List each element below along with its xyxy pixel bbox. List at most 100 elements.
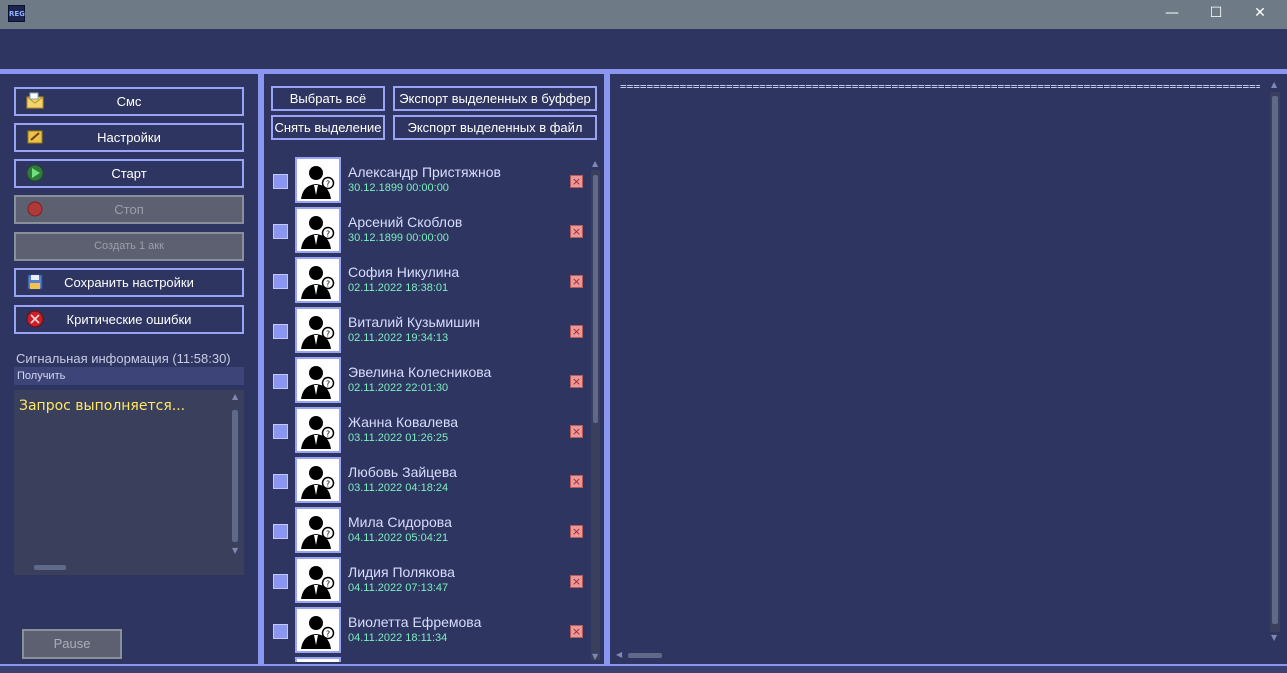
list-item[interactable]: ? Лидия Полякова 04.11.2022 07:13:47 × [266, 555, 588, 605]
select-checkbox[interactable] [273, 224, 288, 239]
critical-errors-label: Критические ошибки [66, 312, 192, 327]
output-vscroll-thumb[interactable] [1272, 96, 1278, 624]
select-checkbox[interactable] [273, 474, 288, 489]
unknown-user-icon: ? [297, 266, 339, 305]
delete-icon[interactable]: × [570, 625, 583, 638]
signal-info-title: Сигнальная информация (11:58:30) [16, 351, 231, 366]
list-item[interactable]: ? Мила Сидорова 04.11.2022 05:04:21 × [266, 505, 588, 555]
contact-date: 03.11.2022 04:18:24 [348, 482, 449, 494]
save-disk-icon [27, 274, 43, 290]
list-item[interactable]: ? София Никулина 02.11.2022 18:38:01 × [266, 255, 588, 305]
splitter-left[interactable] [258, 74, 264, 667]
list-scroll-down-icon[interactable]: ▼ [592, 652, 598, 661]
select-all-button[interactable]: Выбрать всё [271, 86, 385, 111]
output-text: ========================================… [620, 80, 1260, 93]
app-icon: REG [8, 5, 25, 22]
svg-text:?: ? [326, 580, 330, 589]
get-signal-button[interactable]: Получить [14, 367, 244, 385]
export-file-button[interactable]: Экспорт выделенных в файл [393, 115, 597, 140]
contact-date: 30.12.1899 00:00:00 [348, 232, 449, 244]
contact-date: 02.11.2022 22:01:30 [348, 382, 449, 394]
select-checkbox[interactable] [273, 274, 288, 289]
critical-errors-button[interactable]: Критические ошибки [14, 305, 244, 334]
avatar: ? [295, 557, 341, 603]
avatar: ? [295, 457, 341, 503]
select-checkbox[interactable] [273, 624, 288, 639]
select-checkbox[interactable] [273, 374, 288, 389]
delete-icon[interactable]: × [570, 325, 583, 338]
avatar: ? [295, 257, 341, 303]
start-button[interactable]: Старт [14, 159, 244, 188]
output-scroll-up-icon[interactable]: ▲ [1271, 80, 1277, 89]
contact-list-vscroll[interactable] [591, 170, 600, 660]
settings-button[interactable]: Настройки [14, 123, 244, 152]
close-button[interactable]: ✕ [1238, 0, 1282, 29]
output-vscroll[interactable] [1270, 92, 1280, 632]
output-scroll-down-icon[interactable]: ▼ [1271, 633, 1277, 642]
log-vscroll-thumb[interactable] [232, 410, 238, 542]
list-item[interactable]: ? Эвелина Колесникова 02.11.2022 22:01:30 × [266, 355, 588, 405]
list-item[interactable]: ? Арсений Скоблов 30.12.1899 00:00:00 × [266, 205, 588, 255]
output-hscroll-thumb[interactable] [628, 653, 662, 658]
start-button-label: Старт [111, 166, 147, 181]
delete-icon[interactable]: × [570, 275, 583, 288]
deselect-button[interactable]: Снять выделение [271, 115, 385, 140]
list-item[interactable]: ? Любовь Зайцева 03.11.2022 04:18:24 × [266, 455, 588, 505]
select-checkbox[interactable] [273, 324, 288, 339]
log-hscroll-thumb[interactable] [34, 565, 66, 570]
delete-icon[interactable]: × [570, 425, 583, 438]
contact-date: 02.11.2022 19:34:13 [348, 332, 449, 344]
list-scroll-up-icon[interactable]: ▲ [592, 159, 598, 168]
output-scroll-left-icon[interactable]: ◀ [616, 650, 622, 659]
log-textbox[interactable]: Запрос выполняется... ▲ ▼ [14, 390, 244, 575]
delete-icon[interactable]: × [570, 225, 583, 238]
stop-button-label: Стоп [114, 202, 144, 217]
select-checkbox[interactable] [273, 524, 288, 539]
contact-name: Александр Пристяжнов [348, 164, 501, 180]
create-account-button[interactable]: Создать 1 акк [14, 232, 244, 261]
select-checkbox[interactable] [273, 574, 288, 589]
contact-date: 04.11.2022 05:04:21 [348, 532, 449, 544]
delete-icon[interactable]: × [570, 175, 583, 188]
delete-icon[interactable]: × [570, 375, 583, 388]
top-divider [0, 69, 1287, 74]
sms-button[interactable]: Смс [14, 87, 244, 116]
select-checkbox[interactable] [273, 424, 288, 439]
status-strip [0, 664, 1287, 673]
splitter-right[interactable] [604, 74, 610, 667]
list-item[interactable]: ? Виолетта Ефремова 04.11.2022 18:11:34 × [266, 605, 588, 655]
svg-text:?: ? [326, 180, 330, 189]
unknown-user-icon: ? [297, 616, 339, 655]
unknown-user-icon: ? [297, 516, 339, 555]
save-settings-button[interactable]: Сохранить настройки [14, 268, 244, 297]
svg-text:?: ? [326, 230, 330, 239]
list-item[interactable]: ? Жанна Ковалева 03.11.2022 01:26:25 × [266, 405, 588, 455]
delete-icon[interactable]: × [570, 525, 583, 538]
contact-date: 03.11.2022 01:26:25 [348, 432, 449, 444]
pause-button[interactable]: Pause [22, 629, 122, 659]
avatar: ? [295, 607, 341, 653]
list-item[interactable]: ? Виталий Кузьмишин 02.11.2022 19:34:13 × [266, 305, 588, 355]
svg-text:?: ? [326, 330, 330, 339]
contact-date: 04.11.2022 18:11:34 [348, 632, 448, 644]
export-buffer-button[interactable]: Экспорт выделенных в буффер [393, 86, 597, 111]
scroll-down-icon[interactable]: ▼ [232, 546, 238, 555]
scroll-up-icon[interactable]: ▲ [232, 392, 238, 401]
delete-icon[interactable]: × [570, 575, 583, 588]
select-checkbox[interactable] [273, 174, 288, 189]
contact-name: Виталий Кузьмишин [348, 314, 480, 330]
avatar: ? [295, 307, 341, 353]
contact-name: Виолетта Ефремова [348, 614, 482, 630]
contact-date: 04.11.2022 07:13:47 [348, 582, 449, 594]
maximize-button[interactable]: ☐ [1194, 0, 1238, 29]
play-icon [26, 164, 44, 182]
list-item[interactable]: ? Александр Пристяжнов 30.12.1899 00:00:00… [266, 155, 588, 205]
minimize-button[interactable]: — [1150, 0, 1194, 29]
avatar: ? [295, 507, 341, 553]
contact-list-vscroll-thumb[interactable] [593, 175, 598, 423]
log-vscroll[interactable] [230, 404, 240, 556]
contact-list: ? Александр Пристяжнов 30.12.1899 00:00:00… [266, 155, 588, 662]
stop-button[interactable]: Стоп [14, 195, 244, 224]
svg-text:?: ? [326, 530, 330, 539]
delete-icon[interactable]: × [570, 475, 583, 488]
